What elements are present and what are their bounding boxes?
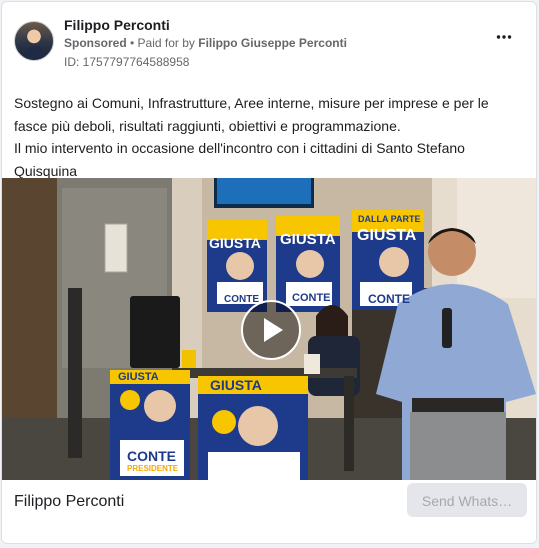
poster-word-2: GIUSTA <box>280 231 336 248</box>
ad-id: ID: 1757797764588958 <box>64 55 190 69</box>
paid-for-prefix: Paid for by <box>137 36 199 50</box>
poster-name-1: CONTE <box>224 294 259 305</box>
poster-word-3: GIUSTA <box>357 227 417 244</box>
poster-word-1: GIUSTA <box>209 235 261 251</box>
poster-name-2: CONTE <box>292 292 331 304</box>
more-options-icon[interactable] <box>492 29 516 49</box>
paid-for-name: Filippo Giuseppe Perconti <box>198 36 347 50</box>
sponsored-line: Sponsored • Paid for by Filippo Giuseppe… <box>64 36 347 50</box>
post-text-line-2: Il mio intervento in occasione dell'inco… <box>14 140 465 179</box>
post-text-line-1: Sostegno ai Comuni, Infrastrutture, Aree… <box>14 95 489 134</box>
ad-footer: Filippo Perconti Send Whats… <box>2 480 536 543</box>
author-name[interactable]: Filippo Perconti <box>64 17 170 33</box>
banner-name-left: CONTE <box>127 448 176 464</box>
banner-word-right: GIUSTA <box>210 377 262 393</box>
post-header: Filippo Perconti Sponsored • Paid for by… <box>14 15 524 71</box>
send-whatsapp-button[interactable]: Send Whats… <box>407 483 527 517</box>
video-player[interactable]: GIUSTA GIUSTA GIUSTA DALLA PARTE CONTE C… <box>2 178 536 480</box>
banner-sub-left: PRESIDENTE <box>127 464 179 473</box>
play-icon <box>264 318 283 342</box>
poster-headline: DALLA PARTE <box>358 214 421 224</box>
sponsored-label: Sponsored <box>64 36 127 50</box>
post-text: Sostegno ai Comuni, Infrastrutture, Aree… <box>14 92 526 182</box>
separator: • <box>126 36 138 50</box>
banner-word-left: GIUSTA <box>118 371 159 383</box>
ad-card: Filippo Perconti Sponsored • Paid for by… <box>1 1 537 544</box>
play-button[interactable] <box>241 300 301 360</box>
author-avatar[interactable] <box>14 21 54 61</box>
poster-name-3: CONTE <box>368 292 410 306</box>
footer-page-name[interactable]: Filippo Perconti <box>14 493 124 511</box>
